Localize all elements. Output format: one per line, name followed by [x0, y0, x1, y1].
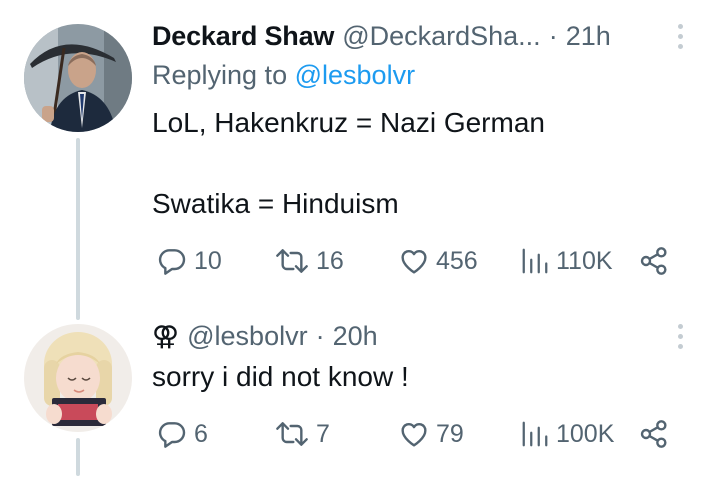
retweet-count: 7: [316, 419, 330, 448]
like-icon: [401, 422, 427, 447]
avatar[interactable]: [24, 324, 132, 432]
retweet-button[interactable]: 16: [274, 241, 344, 281]
views-button[interactable]: 100K: [520, 414, 614, 454]
share-icon: [640, 420, 667, 448]
replying-to: Replying to @lesbolvr: [152, 60, 415, 91]
avatar[interactable]: [24, 24, 132, 132]
avatar-man-with-umbrella-icon: [24, 24, 132, 132]
separator: ·: [315, 320, 325, 351]
author-symbol: ⚢: [152, 320, 180, 351]
views-count: 100K: [556, 419, 615, 448]
timestamp[interactable]: 21h: [566, 21, 611, 52]
tweet-header: ⚢ @lesbolvr · 20h: [152, 318, 378, 354]
author-handle[interactable]: @lesbolvr: [187, 321, 307, 352]
replying-prefix: Replying to: [152, 60, 288, 90]
replying-mention[interactable]: @lesbolvr: [295, 60, 415, 90]
share-icon: [640, 247, 667, 275]
author-name[interactable]: Deckard Shaw: [152, 21, 334, 52]
views-icon: [522, 248, 548, 274]
reply-icon: [158, 422, 186, 448]
thread-line: [76, 438, 80, 476]
retweet-icon: [276, 422, 308, 446]
tweet-text-line: sorry i did not know !: [152, 361, 409, 392]
separator: ·: [548, 20, 558, 51]
tweet-text-line: LoL, Hakenkruz = Nazi German: [152, 107, 545, 138]
reply-count: 6: [194, 419, 208, 448]
share-button[interactable]: [638, 414, 670, 454]
reply-button[interactable]: 10: [156, 241, 222, 281]
more-icon[interactable]: [673, 324, 687, 349]
retweet-count: 16: [316, 246, 344, 275]
views-button[interactable]: 110K: [520, 241, 613, 281]
reply-button[interactable]: 6: [156, 414, 208, 454]
retweet-icon: [276, 249, 308, 273]
reply-count: 10: [194, 246, 222, 275]
views-icon: [522, 421, 548, 447]
avatar-blonde-girl-icon: [24, 324, 132, 432]
tweet-text-line: Swatika = Hinduism: [152, 188, 399, 219]
author-handle[interactable]: @DeckardSha...: [342, 21, 541, 52]
more-icon[interactable]: [673, 24, 687, 49]
reply-icon: [158, 249, 186, 275]
like-count: 79: [436, 419, 464, 448]
action-bar: 6 7 79 100K: [156, 414, 676, 454]
tweet-header: Deckard Shaw @DeckardSha... · 21h: [152, 18, 611, 54]
like-count: 456: [436, 246, 478, 275]
like-icon: [401, 249, 427, 274]
like-button[interactable]: 456: [398, 241, 478, 281]
views-count: 110K: [556, 246, 613, 275]
retweet-button[interactable]: 7: [274, 414, 330, 454]
like-button[interactable]: 79: [398, 414, 464, 454]
timestamp[interactable]: 20h: [333, 321, 378, 352]
thread-line: [76, 138, 80, 320]
share-button[interactable]: [638, 241, 670, 281]
action-bar: 10 16 456 110K: [156, 241, 676, 281]
